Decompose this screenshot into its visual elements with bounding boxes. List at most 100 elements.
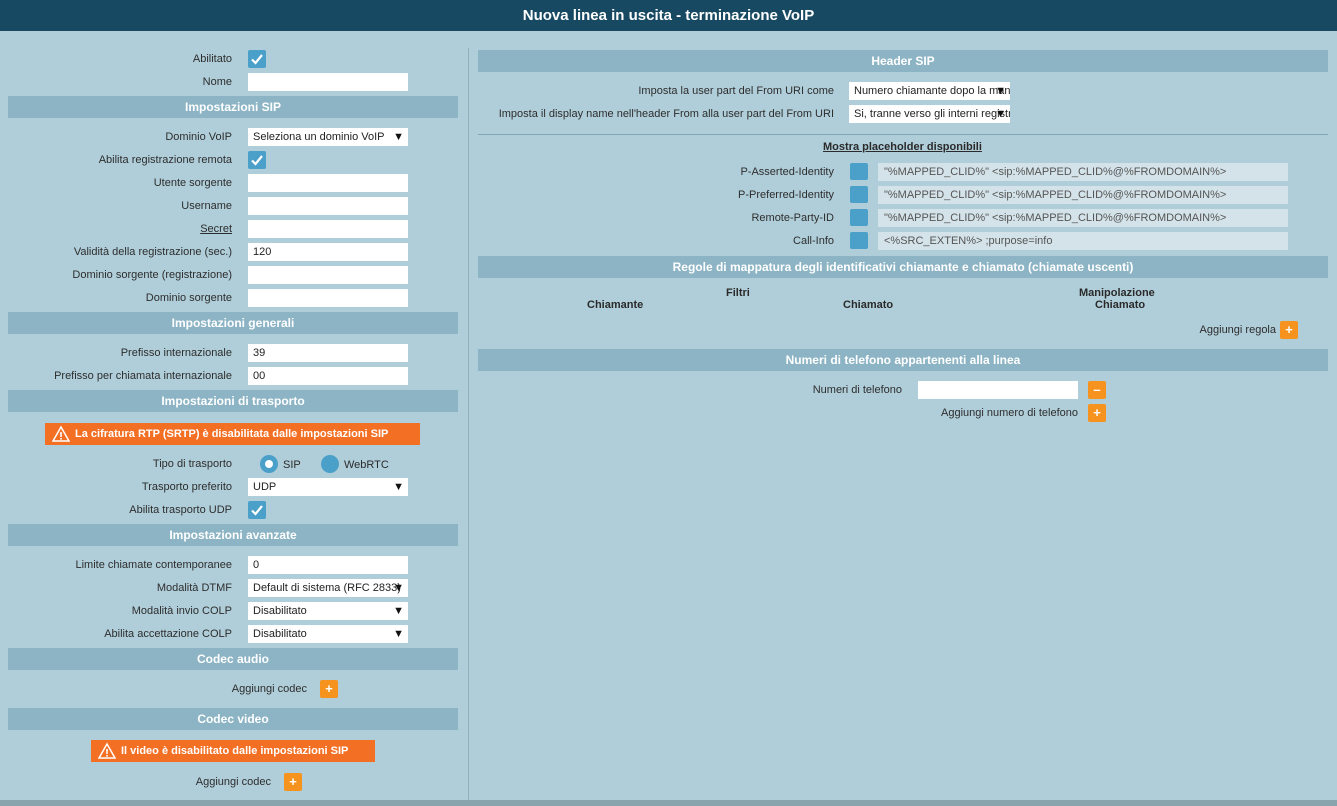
checkmark-icon <box>248 501 266 519</box>
add-rule-label: Aggiungi regola <box>1199 324 1276 336</box>
colp-send-select[interactable]: Disabilitato ▼ <box>248 602 408 620</box>
col-manipulation-called-header: Chiamato <box>1095 299 1146 311</box>
column-divider <box>468 48 469 800</box>
section-audio-codec: Codec audio <box>8 648 458 670</box>
username-input[interactable] <box>248 197 408 215</box>
secret-input[interactable] <box>248 220 408 238</box>
section-general-settings: Impostazioni generali <box>8 312 458 334</box>
checkmark-icon <box>248 151 266 169</box>
registration-validity-label: Validità della registrazione (sec.) <box>73 246 232 258</box>
section-advanced-settings: Impostazioni avanzate <box>8 524 458 546</box>
display-name-value: Si, tranne verso gli interni registrati <box>854 108 1010 120</box>
voip-domain-select[interactable]: Seleziona un dominio VoIP ▼ <box>248 128 408 146</box>
col-called-header: Chiamato <box>843 299 894 311</box>
preferred-transport-value: UDP <box>253 481 277 493</box>
call-info-input[interactable]: <%SRC_EXTEN%> ;purpose=info <box>878 232 1288 250</box>
voip-domain-value: Seleziona un dominio VoIP <box>253 131 385 143</box>
add-phone-number-label: Aggiungi numero di telefono <box>941 407 1078 419</box>
col-manipulation-header: Manipolazione <box>1079 287 1155 299</box>
col-caller-header: Chiamante <box>587 299 644 311</box>
add-phone-number-button[interactable]: + <box>1088 404 1106 422</box>
dropdown-arrow-icon: ▼ <box>393 131 404 143</box>
call-limit-input[interactable]: 0 <box>248 556 408 574</box>
section-sip-header: Header SIP <box>478 50 1328 72</box>
dropdown-arrow-icon: ▼ <box>995 85 1006 97</box>
warning-icon <box>98 742 116 759</box>
remote-registration-checkbox[interactable] <box>248 151 266 169</box>
add-audio-codec-button[interactable]: + <box>320 680 338 698</box>
p-preferred-identity-input[interactable]: "%MAPPED_CLID%" <sip:%MAPPED_CLID%@%FROM… <box>878 186 1288 204</box>
source-user-label: Utente sorgente <box>153 177 232 189</box>
add-video-codec-button[interactable]: + <box>284 773 302 791</box>
from-user-part-value: Numero chiamante dopo la manipolazione <box>854 85 1010 97</box>
section-phone-numbers: Numeri di telefono appartenenti alla lin… <box>478 349 1328 371</box>
dropdown-arrow-icon: ▼ <box>393 481 404 493</box>
add-rule-button[interactable]: + <box>1280 321 1298 339</box>
dropdown-arrow-icon: ▼ <box>393 628 404 640</box>
colp-accept-select[interactable]: Disabilitato ▼ <box>248 625 408 643</box>
preferred-transport-label: Trasporto preferito <box>141 481 232 493</box>
source-domain-registration-label: Dominio sorgente (registrazione) <box>72 269 232 281</box>
intl-prefix-input[interactable]: 39 <box>248 344 408 362</box>
display-name-label: Imposta il display name nell'header From… <box>498 108 834 120</box>
from-user-part-label: Imposta la user part del From URI come <box>638 85 834 97</box>
dtmf-mode-label: Modalità DTMF <box>156 582 232 594</box>
preferred-transport-select[interactable]: UDP ▼ <box>248 478 408 496</box>
secret-label[interactable]: Secret <box>200 223 232 235</box>
phone-number-input[interactable] <box>918 381 1078 399</box>
remote-party-id-toggle[interactable] <box>850 209 868 226</box>
p-asserted-identity-input[interactable]: "%MAPPED_CLID%" <sip:%MAPPED_CLID%@%FROM… <box>878 163 1288 181</box>
p-preferred-identity-toggle[interactable] <box>850 186 868 203</box>
p-preferred-identity-label: P-Preferred-Identity <box>738 189 834 201</box>
transport-sip-label: SIP <box>283 459 301 471</box>
registration-validity-input[interactable]: 120 <box>248 243 408 261</box>
source-domain-input[interactable] <box>248 289 408 307</box>
source-domain-label: Dominio sorgente <box>145 292 232 304</box>
phone-numbers-label: Numeri di telefono <box>812 384 902 396</box>
intl-prefix-label: Prefisso internazionale <box>120 347 232 359</box>
colp-send-value: Disabilitato <box>253 605 307 617</box>
p-asserted-identity-label: P-Asserted-Identity <box>740 166 834 178</box>
section-mapping-rules: Regole di mappatura degli identificativi… <box>478 256 1328 278</box>
udp-transport-checkbox[interactable] <box>248 501 266 519</box>
colp-send-label: Modalità invio COLP <box>131 605 232 617</box>
video-warning-banner: Il video è disabilitato dalle impostazio… <box>91 740 375 762</box>
call-limit-label: Limite chiamate contemporanee <box>75 559 232 571</box>
transport-type-label: Tipo di trasporto <box>152 458 232 470</box>
transport-webrtc-radio[interactable] <box>321 455 339 473</box>
remove-phone-number-button[interactable]: – <box>1088 381 1106 399</box>
dropdown-arrow-icon: ▼ <box>995 108 1006 120</box>
col-filters-header: Filtri <box>726 287 750 299</box>
source-user-input[interactable] <box>248 174 408 192</box>
call-info-label: Call-Info <box>793 235 834 247</box>
from-user-part-select[interactable]: Numero chiamante dopo la manipolazione▼ <box>849 82 1010 100</box>
colp-accept-label: Abilita accettazione COLP <box>104 628 232 640</box>
intl-call-prefix-label: Prefisso per chiamata internazionale <box>54 370 232 382</box>
section-video-codec: Codec video <box>8 708 458 730</box>
warning-icon <box>52 425 70 442</box>
display-name-select[interactable]: Si, tranne verso gli interni registrati ▼ <box>849 105 1010 123</box>
source-domain-registration-input[interactable] <box>248 266 408 284</box>
section-sip-settings: Impostazioni SIP <box>8 96 458 118</box>
show-placeholders-link[interactable]: Mostra placeholder disponibili <box>823 141 982 153</box>
transport-sip-radio[interactable] <box>260 455 278 473</box>
dtmf-mode-select[interactable]: Default di sistema (RFC 2833) ▼ <box>248 579 408 597</box>
udp-transport-label: Abilita trasporto UDP <box>129 504 232 516</box>
intl-call-prefix-input[interactable]: 00 <box>248 367 408 385</box>
colp-accept-value: Disabilitato <box>253 628 307 640</box>
add-audio-codec-label: Aggiungi codec <box>231 683 307 695</box>
checkmark-icon <box>248 50 266 68</box>
video-warning-text: Il video è disabilitato dalle impostazio… <box>121 745 349 757</box>
remote-party-id-input[interactable]: "%MAPPED_CLID%" <sip:%MAPPED_CLID%@%FROM… <box>878 209 1288 227</box>
dtmf-mode-value: Default di sistema (RFC 2833) <box>253 582 401 594</box>
enabled-label: Abilitato <box>192 53 232 65</box>
call-info-toggle[interactable] <box>850 232 868 249</box>
dropdown-arrow-icon: ▼ <box>393 605 404 617</box>
p-asserted-identity-toggle[interactable] <box>850 163 868 180</box>
remote-registration-label: Abilita registrazione remota <box>98 154 232 166</box>
name-input[interactable] <box>248 73 408 91</box>
add-video-codec-label: Aggiungi codec <box>195 776 271 788</box>
divider <box>478 134 1328 135</box>
enabled-checkbox[interactable] <box>248 50 266 68</box>
remote-party-id-label: Remote-Party-ID <box>751 212 834 224</box>
